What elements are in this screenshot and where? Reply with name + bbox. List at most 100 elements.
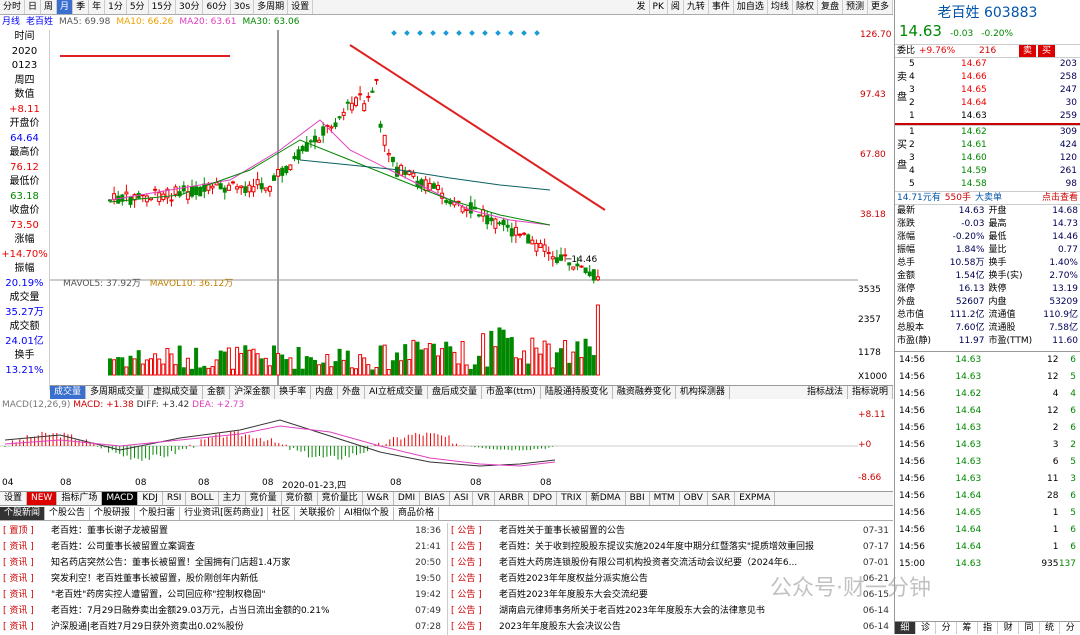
news-item[interactable]: [ 公告 ] 2023年年度股东大会决议公告 06-14 xyxy=(448,619,893,635)
quote-tab[interactable]: 筹 xyxy=(957,622,978,634)
sub-tab[interactable]: 机构探测器 xyxy=(676,386,730,399)
period-tab[interactable]: 日 xyxy=(25,0,42,14)
news-title[interactable]: 沪深股通|老百姓7月29日获外资卖出0.02%股份 xyxy=(51,619,405,635)
period-tab[interactable]: 15分 xyxy=(149,0,177,14)
book-row[interactable]: 2 14.61 424 xyxy=(895,139,1080,152)
period-tab[interactable]: 30s xyxy=(231,0,255,14)
sub-tab[interactable]: 金额 xyxy=(203,386,231,399)
indicator-tab[interactable]: RSI xyxy=(163,492,187,505)
buy-button[interactable]: 买 xyxy=(1038,45,1056,57)
news-title[interactable]: "老百姓"药房实控人遭留置，公司回应称"控制权稳固" xyxy=(51,587,405,603)
news-title[interactable]: 突发利空！老百姓董事长被留置，股价刚创年内新低 xyxy=(51,571,405,587)
period-tab[interactable]: 分时 xyxy=(0,0,26,14)
indicator-tab[interactable]: NEW xyxy=(27,492,58,505)
indicator-tab[interactable]: EXPMA xyxy=(735,492,776,505)
indicator-tab[interactable]: 竞价额 xyxy=(282,492,318,505)
sub-tab-right[interactable]: 指标说明 xyxy=(848,386,893,399)
toolbar-button[interactable]: 更多 xyxy=(868,0,893,14)
quote-tab[interactable]: 指 xyxy=(978,622,999,634)
toolbar-button[interactable]: 九转 xyxy=(684,0,709,14)
news-tab[interactable]: 个股新闻 xyxy=(0,507,46,520)
news-item[interactable]: [ 资讯 ] 突发利空！老百姓董事长被留置，股价刚创年内新低 19:50 xyxy=(0,571,445,587)
news-tab[interactable]: AI相似个股 xyxy=(340,507,394,520)
news-title[interactable]: 湖南启元律师事务所关于老百姓2023年年度股东大会的法律意见书 xyxy=(499,603,853,619)
news-item[interactable]: [ 资讯 ] 知名药店突然公告：董事长被留置！全国拥有门店超1.4万家 20:50 xyxy=(0,555,445,571)
news-item[interactable]: [ 资讯 ] 老百姓：公司董事长被留置立案调查 21:41 xyxy=(0,539,445,555)
toolbar-button[interactable]: 复盘 xyxy=(818,0,843,14)
sub-tab[interactable]: 换手率 xyxy=(275,386,312,399)
book-row[interactable]: 3 14.60 120 xyxy=(895,152,1080,165)
macd-chart[interactable] xyxy=(0,400,858,476)
news-tab[interactable]: 关联报价 xyxy=(295,507,341,520)
book-row[interactable]: 3 14.65 247 xyxy=(895,84,1080,97)
indicator-tab[interactable]: TRIX xyxy=(557,492,587,505)
news-tab[interactable]: 个股研报 xyxy=(90,507,136,520)
indicator-tab[interactable]: BIAS xyxy=(420,492,450,505)
indicator-tab[interactable]: DPO xyxy=(529,492,558,505)
period-tab[interactable]: 60分 xyxy=(203,0,231,14)
quote-tab[interactable]: 细 xyxy=(895,622,916,634)
book-row[interactable]: 5 14.67 203 xyxy=(895,58,1080,71)
period-tab[interactable]: 30分 xyxy=(176,0,204,14)
news-item[interactable]: [ 公告 ] 湖南启元律师事务所关于老百姓2023年年度股东大会的法律意见书 06-… xyxy=(448,603,893,619)
news-tab[interactable]: 社区 xyxy=(268,507,296,520)
toolbar-button[interactable]: PK xyxy=(650,0,668,14)
sub-tab[interactable]: 虚拟成交量 xyxy=(149,386,204,399)
sub-tab[interactable]: 多周期成交量 xyxy=(86,386,150,399)
period-tab[interactable]: 年 xyxy=(89,0,106,14)
book-row[interactable]: 4 14.59 261 xyxy=(895,165,1080,178)
news-tab[interactable]: 商品价格 xyxy=(394,507,439,520)
news-tab[interactable]: 个股公告 xyxy=(45,507,91,520)
sub-tab[interactable]: 陆股通持股变化 xyxy=(541,386,613,399)
quote-tab[interactable]: 分 xyxy=(936,622,958,634)
sub-tab[interactable]: 成交量 xyxy=(50,386,87,399)
period-tab[interactable]: 设置 xyxy=(288,0,314,14)
sell-button[interactable]: 卖 xyxy=(1019,45,1037,57)
indicator-tab[interactable]: W&R xyxy=(363,492,394,505)
indicator-tab[interactable]: 竞价量 xyxy=(246,492,282,505)
quote-tab[interactable]: 统 xyxy=(1040,622,1061,634)
news-title[interactable]: 老百姓：董事长谢子龙被留置 xyxy=(51,523,405,539)
news-tab[interactable]: 行业资讯[医药商业] xyxy=(180,507,269,520)
news-tab[interactable]: 个股扫雷 xyxy=(135,507,181,520)
indicator-tab[interactable]: VR xyxy=(473,492,495,505)
book-row[interactable]: 1 14.63 259 xyxy=(895,110,1080,123)
period-tab[interactable]: 多周期 xyxy=(254,0,289,14)
indicator-tab[interactable]: KDJ xyxy=(138,492,163,505)
book-row[interactable]: 2 14.64 30 xyxy=(895,97,1080,110)
period-tab[interactable]: 5分 xyxy=(127,0,149,14)
period-tab[interactable]: 1分 xyxy=(105,0,127,14)
period-tab[interactable]: 季 xyxy=(73,0,90,14)
news-title[interactable]: 知名药店突然公告：董事长被留置！全国拥有门店超1.4万家 xyxy=(51,555,405,571)
big-order-row[interactable]: 14.71元有 550手 大卖单 点击查看 xyxy=(895,191,1080,204)
sub-tab[interactable]: 内盘 xyxy=(311,386,339,399)
book-row[interactable]: 1 14.62 309 xyxy=(895,126,1080,139)
book-row[interactable]: 5 14.58 98 xyxy=(895,178,1080,191)
news-title[interactable]: 老百姓：公司董事长被留置立案调查 xyxy=(51,539,405,555)
indicator-tab[interactable]: SAR xyxy=(708,492,736,505)
news-item[interactable]: [ 公告 ] 老百姓：关于收到控股股东提议实施2024年度中期分红暨落实"提质增效… xyxy=(448,539,893,555)
news-title[interactable]: 2023年年度股东大会决议公告 xyxy=(499,619,853,635)
news-item[interactable]: [ 公告 ] 老百姓关于董事长被留置的公告 07-31 xyxy=(448,523,893,539)
quote-tab[interactable]: 财 xyxy=(998,622,1020,634)
news-title[interactable]: 老百姓：关于收到控股股东提议实施2024年度中期分红暨落实"提质增效重回报 xyxy=(499,539,853,555)
toolbar-button[interactable]: 除权 xyxy=(793,0,818,14)
sub-tab[interactable]: 市盈率(ttm) xyxy=(482,386,541,399)
period-tab[interactable]: 周 xyxy=(41,0,58,14)
indicator-tab[interactable]: BOLL xyxy=(186,492,219,505)
indicator-tab[interactable]: MTM xyxy=(650,492,680,505)
indicator-tab[interactable]: 指标广场 xyxy=(57,492,103,505)
news-item[interactable]: [ 公告 ] 老百姓大药房连锁股份有限公司机构投资者交流活动会议纪要（2024年6… xyxy=(448,555,893,571)
indicator-tab[interactable]: 竞价量比 xyxy=(318,492,363,505)
toolbar-button[interactable]: 事件 xyxy=(709,0,734,14)
sub-tab[interactable]: 沪深金额 xyxy=(230,386,276,399)
news-item[interactable]: [ 资讯 ] 老百姓：7月29日融券卖出金额29.03万元，占当日流出金额的0.2… xyxy=(0,603,445,619)
sub-tab[interactable]: 外盘 xyxy=(338,386,366,399)
toolbar-button[interactable]: 发 xyxy=(634,0,650,14)
toolbar-button[interactable]: 预测 xyxy=(843,0,868,14)
indicator-tab[interactable]: 新DMA xyxy=(587,492,626,505)
candlestick-chart[interactable] xyxy=(50,30,858,385)
indicator-tab[interactable]: 主力 xyxy=(219,492,246,505)
sub-tab[interactable]: 融资融券变化 xyxy=(613,386,676,399)
quote-tab[interactable]: 诊 xyxy=(916,622,937,634)
